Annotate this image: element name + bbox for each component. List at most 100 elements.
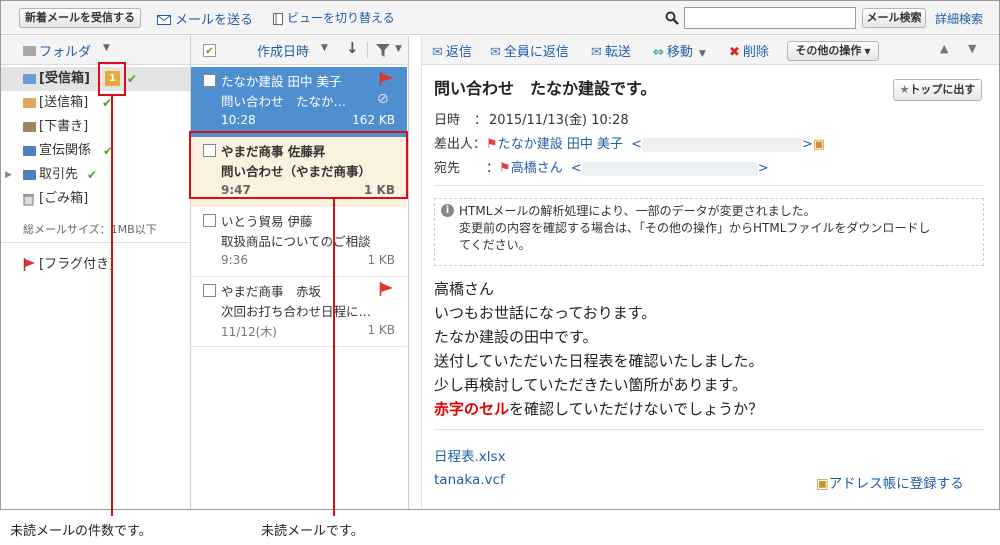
top-toolbar: 新着メールを受信する メールを送る ビューを切り替える メール検索 詳細検索 bbox=[1, 1, 999, 35]
mail-checkbox[interactable] bbox=[203, 74, 216, 87]
delete-button[interactable]: ✖ 削除 bbox=[729, 41, 769, 60]
pin-to-top-button[interactable]: ★トップに出す bbox=[893, 79, 982, 101]
move-label: 移動 bbox=[666, 45, 693, 60]
annotation-line bbox=[111, 96, 113, 516]
date-label: 日時 bbox=[434, 113, 461, 128]
message-pane: ✉ 返信 ✉ 全員に返信 ✉ 転送 ⇔ 移動 ▼ ✖ 削除 その他の操作 ▼ ▲ ▼ 問い合わ… bbox=[422, 36, 999, 509]
from-row: 差出人：⚑たなか建設 田中 美子 < >▣ bbox=[434, 133, 825, 152]
move-button[interactable]: ⇔ 移動 ▼ bbox=[653, 41, 706, 60]
mail-checkbox[interactable] bbox=[203, 284, 216, 297]
annotation-highlight-unread-mail bbox=[189, 131, 408, 199]
forward-button[interactable]: ✉ 転送 bbox=[591, 41, 631, 60]
mail-subject: 次回お打ち合わせ日程に… bbox=[221, 304, 372, 319]
expand-icon[interactable]: ▶ bbox=[5, 163, 12, 187]
to-name: 高橋さん bbox=[510, 161, 563, 176]
receive-mail-button[interactable]: 新着メールを受信する bbox=[19, 8, 141, 28]
reply-icon: ✉ bbox=[432, 45, 443, 60]
folder-drafts[interactable]: [下書き] bbox=[1, 115, 190, 139]
attachment-icon: ⊘ bbox=[377, 91, 389, 107]
folder-inbox[interactable]: [受信箱] 1 ✔ bbox=[1, 67, 190, 91]
mail-sender: やまだ商事 赤坂 bbox=[221, 284, 322, 299]
advanced-search-link[interactable]: 詳細検索 bbox=[935, 10, 983, 27]
folder-header-label: フォルダ bbox=[39, 45, 92, 60]
mail-checkbox[interactable] bbox=[203, 214, 216, 227]
folder-sent[interactable]: [送信箱] ✔ bbox=[1, 91, 190, 115]
search-button[interactable]: メール検索 bbox=[862, 8, 926, 28]
forward-label: 転送 bbox=[604, 45, 631, 60]
annotation-line bbox=[333, 199, 335, 516]
compose-link[interactable]: メールを送る bbox=[157, 9, 253, 28]
mail-sender: いとう貿易 伊藤 bbox=[221, 214, 313, 229]
chevron-down-icon[interactable]: ▼ bbox=[395, 44, 402, 54]
red-text: 赤字のセル bbox=[434, 400, 510, 418]
select-all-checkbox[interactable]: ✔ bbox=[203, 44, 216, 57]
attachment-link[interactable]: tanaka.vcf bbox=[434, 472, 505, 488]
folder-header[interactable]: フォルダ ▼ bbox=[1, 36, 190, 65]
other-actions-button[interactable]: その他の操作 ▼ bbox=[787, 41, 879, 61]
body-line: いつもお世話になっております。 bbox=[434, 304, 657, 322]
folder-label: [送信箱] bbox=[39, 95, 89, 110]
folder-label: [フラグ付き] bbox=[39, 257, 115, 272]
from-address-redacted bbox=[642, 137, 802, 152]
folder-icon bbox=[23, 46, 36, 56]
mail-sender: たなか建設 田中 美子 bbox=[221, 74, 342, 89]
annotation-highlight-unread-count bbox=[98, 62, 126, 96]
mail-item[interactable]: たなか建設 田中 美子 問い合わせ たなか… ⊘ 10:28 162 KB bbox=[191, 67, 407, 137]
add-to-address-book-link[interactable]: ▣アドレス帳に登録する bbox=[816, 472, 964, 492]
attachment-link[interactable]: 日程表.xlsx bbox=[434, 445, 506, 465]
address-book-icon[interactable]: ▣ bbox=[813, 137, 825, 152]
reply-label: 返信 bbox=[445, 45, 472, 60]
sort-direction-icon[interactable]: ↓ bbox=[346, 39, 359, 57]
divider bbox=[434, 185, 984, 186]
bracket-open: < bbox=[631, 137, 642, 152]
notice-line: てください。 bbox=[459, 238, 531, 252]
folder-icon bbox=[23, 170, 36, 180]
star-icon: ★ bbox=[899, 83, 910, 96]
view-toggle-link[interactable]: ビューを切り替える bbox=[273, 9, 395, 27]
to-link[interactable]: ⚑高橋さん bbox=[499, 161, 563, 176]
folder-pane: フォルダ ▼ [受信箱] 1 ✔ [送信箱] ✔ [下書き] 宣伝関係 ✔ ▶ … bbox=[1, 36, 191, 509]
mail-size: 1 KB bbox=[367, 323, 395, 337]
mail-time: 10:28 bbox=[221, 113, 256, 127]
bracket-close: > bbox=[757, 161, 769, 176]
reply-button[interactable]: ✉ 返信 bbox=[432, 41, 472, 60]
forward-icon: ✉ bbox=[591, 45, 602, 60]
folder-clients[interactable]: ▶ 取引先 ✔ bbox=[1, 163, 190, 187]
search-icon bbox=[665, 11, 679, 25]
view-toggle-label: ビューを切り替える bbox=[287, 11, 395, 25]
pin-to-top-label: トップに出す bbox=[909, 83, 976, 96]
mail-subject: 問い合わせ たなか… bbox=[221, 94, 347, 109]
folder-label: 取引先 bbox=[39, 167, 79, 182]
to-row: 宛先 ：⚑高橋さん < > bbox=[434, 157, 769, 176]
delete-label: 削除 bbox=[742, 45, 769, 60]
mail-item[interactable]: いとう貿易 伊藤 取扱商品についてのご相談 9:36 1 KB bbox=[191, 207, 407, 277]
folder-promotions[interactable]: 宣伝関係 ✔ bbox=[1, 139, 190, 163]
scrollbar[interactable] bbox=[410, 36, 422, 509]
colon: ： bbox=[486, 161, 500, 176]
folder-icon bbox=[23, 146, 36, 156]
sort-field-label[interactable]: 作成日時 bbox=[257, 41, 309, 60]
search-input[interactable] bbox=[684, 7, 856, 29]
annotation-unread-mail: 未読メールです。 bbox=[261, 524, 364, 539]
from-link[interactable]: ⚑たなか建設 田中 美子 bbox=[486, 137, 623, 152]
address-book-icon: ▣ bbox=[816, 476, 829, 492]
move-icon: ⇔ bbox=[653, 45, 664, 60]
next-message-icon[interactable]: ▼ bbox=[968, 42, 976, 55]
reply-all-icon: ✉ bbox=[490, 45, 501, 60]
chevron-down-icon[interactable]: ▼ bbox=[321, 43, 328, 53]
previous-message-icon[interactable]: ▲ bbox=[940, 42, 948, 55]
trash-icon bbox=[23, 194, 34, 206]
body-line: 送付していただいた日程表を確認いたしました。 bbox=[434, 352, 764, 370]
mail-item[interactable]: やまだ商事 赤坂 次回お打ち合わせ日程に… 11/12(木) 1 KB bbox=[191, 277, 407, 347]
folder-trash[interactable]: [ごみ箱] bbox=[1, 187, 190, 211]
folder-label: [受信箱] bbox=[39, 71, 90, 86]
filter-icon[interactable] bbox=[376, 44, 390, 57]
view-icon bbox=[273, 12, 283, 25]
add-to-address-book-label: アドレス帳に登録する bbox=[828, 476, 964, 492]
mail-size-note: 総メールサイズ：1MB以下 bbox=[23, 223, 157, 236]
reply-all-button[interactable]: ✉ 全員に返信 bbox=[490, 41, 569, 60]
date-value: 2015/11/13(金) 10:28 bbox=[489, 113, 629, 128]
mail-list-header: ✔ 作成日時 ▼ ↓ ▼ bbox=[191, 36, 408, 65]
envelope-icon bbox=[157, 15, 171, 25]
folder-flagged[interactable]: [フラグ付き] bbox=[1, 253, 190, 277]
